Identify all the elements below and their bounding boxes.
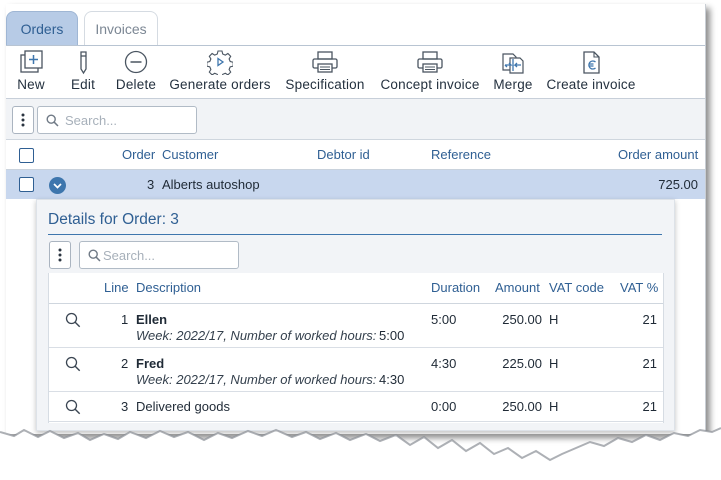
customer-name: Alberts autoshop xyxy=(162,177,260,192)
line-amount: 250.00 xyxy=(502,399,542,414)
order-details-panel: Details for Order: 3 Search... Line Desc… xyxy=(36,199,675,431)
col-description[interactable]: Description xyxy=(136,273,201,303)
line-vat-code: H xyxy=(549,399,559,414)
line-vat-pct: 21 xyxy=(642,399,657,414)
pencil-icon xyxy=(80,51,87,75)
torn-edge-decoration xyxy=(0,427,721,480)
merge-icon xyxy=(502,53,524,74)
col-reference[interactable]: Reference xyxy=(431,140,491,169)
generate-orders-label: Generate orders xyxy=(169,77,271,92)
delete-label: Delete xyxy=(115,77,157,92)
gear-icon xyxy=(207,50,233,75)
line-number: 2 xyxy=(121,356,129,371)
search-placeholder: Search... xyxy=(65,112,118,128)
table-row[interactable]: 2 Fred Week: 2022/17, Number of worked h… xyxy=(49,348,663,392)
specification-label: Specification xyxy=(285,77,365,92)
line-detail-value: 4:30 xyxy=(379,372,405,387)
new-button[interactable]: New xyxy=(14,46,48,98)
line-vat-pct: 21 xyxy=(642,312,657,327)
generate-orders-button[interactable]: Generate orders xyxy=(169,46,271,98)
table-row[interactable]: 1 Ellen Week: 2022/17, Number of worked … xyxy=(49,304,663,348)
orders-grid-header: Order Customer Debtor id Reference Order… xyxy=(6,140,705,170)
kebab-icon xyxy=(21,113,25,127)
search-icon[interactable] xyxy=(65,356,81,372)
expand-row-button[interactable] xyxy=(49,177,66,194)
printer-icon xyxy=(417,51,443,73)
create-invoice-button[interactable]: Create invoice xyxy=(546,46,636,98)
kebab-menu-button[interactable] xyxy=(12,106,34,134)
specification-button[interactable]: Specification xyxy=(283,46,367,98)
line-amount: 250.00 xyxy=(502,312,542,327)
col-vat-code[interactable]: VAT code xyxy=(549,273,604,303)
order-amount: 725.00 xyxy=(658,177,698,192)
line-vat-pct: 21 xyxy=(642,356,657,371)
tab-orders[interactable]: Orders xyxy=(6,11,78,45)
col-order-amount[interactable]: Order amount xyxy=(618,140,698,169)
line-name: Fred xyxy=(136,356,165,371)
line-duration: 5:00 xyxy=(431,312,457,327)
concept-invoice-button[interactable]: Concept invoice xyxy=(379,46,481,98)
line-number: 3 xyxy=(121,399,129,414)
line-vat-code: H xyxy=(549,356,559,371)
line-name: Ellen xyxy=(136,312,168,327)
order-number: 3 xyxy=(147,177,155,192)
line-detail-value: 5:00 xyxy=(379,328,405,343)
delete-button[interactable]: Delete xyxy=(114,46,158,98)
tab-bar: Orders Invoices xyxy=(6,4,705,46)
col-order[interactable]: Order xyxy=(122,140,155,169)
details-grid-header: Line Description Duration Amount VAT cod… xyxy=(49,273,663,304)
line-number: 1 xyxy=(121,312,129,327)
search-icon[interactable] xyxy=(65,312,81,328)
printer-icon xyxy=(312,51,338,73)
euro-document-icon xyxy=(583,51,600,74)
app-window: Orders Invoices New Edit Delete Generate… xyxy=(6,4,706,434)
edit-button[interactable]: Edit xyxy=(68,46,98,98)
create-invoice-label: Create invoice xyxy=(546,77,636,92)
line-amount: 225.00 xyxy=(502,356,542,371)
details-kebab-button[interactable] xyxy=(49,241,71,269)
col-customer[interactable]: Customer xyxy=(162,140,218,169)
search-icon xyxy=(46,113,59,127)
col-duration[interactable]: Duration xyxy=(431,273,480,303)
details-divider xyxy=(48,234,662,235)
details-title: Details for Order: 3 xyxy=(48,211,179,228)
table-row[interactable]: 3 Alberts autoshop 725.00 xyxy=(6,170,705,199)
search-icon xyxy=(88,248,101,262)
line-duration: 0:00 xyxy=(431,399,457,414)
col-amount[interactable]: Amount xyxy=(495,273,540,303)
new-label: New xyxy=(17,77,45,92)
line-name: Delivered goods xyxy=(136,399,230,414)
col-debtor-id[interactable]: Debtor id xyxy=(317,140,370,169)
filter-bar: Search... xyxy=(6,99,705,140)
chevron-down-icon xyxy=(53,182,62,189)
col-line[interactable]: Line xyxy=(104,273,129,303)
col-vat-pct[interactable]: VAT % xyxy=(620,273,658,303)
details-search-input[interactable]: Search... xyxy=(79,241,239,269)
merge-button[interactable]: Merge xyxy=(492,46,534,98)
details-search-placeholder: Search... xyxy=(103,247,156,263)
kebab-icon xyxy=(58,248,62,262)
details-grid: Line Description Duration Amount VAT cod… xyxy=(48,273,664,423)
line-detail-label: Week: 2022/17, Number of worked hours: xyxy=(136,372,377,387)
row-checkbox[interactable] xyxy=(19,177,34,192)
select-all-checkbox[interactable] xyxy=(19,148,34,163)
concept-invoice-label: Concept invoice xyxy=(380,77,480,92)
toolbar: New Edit Delete Generate orders Specific… xyxy=(6,46,705,99)
line-vat-code: H xyxy=(549,312,559,327)
edit-label: Edit xyxy=(70,77,96,92)
merge-label: Merge xyxy=(493,77,533,92)
line-duration: 4:30 xyxy=(431,356,457,371)
add-document-icon xyxy=(20,50,43,73)
minus-circle-icon xyxy=(124,50,148,74)
line-detail-label: Week: 2022/17, Number of worked hours: xyxy=(136,328,377,343)
search-input[interactable]: Search... xyxy=(37,106,197,134)
tab-invoices[interactable]: Invoices xyxy=(84,11,158,45)
search-icon[interactable] xyxy=(65,399,81,415)
